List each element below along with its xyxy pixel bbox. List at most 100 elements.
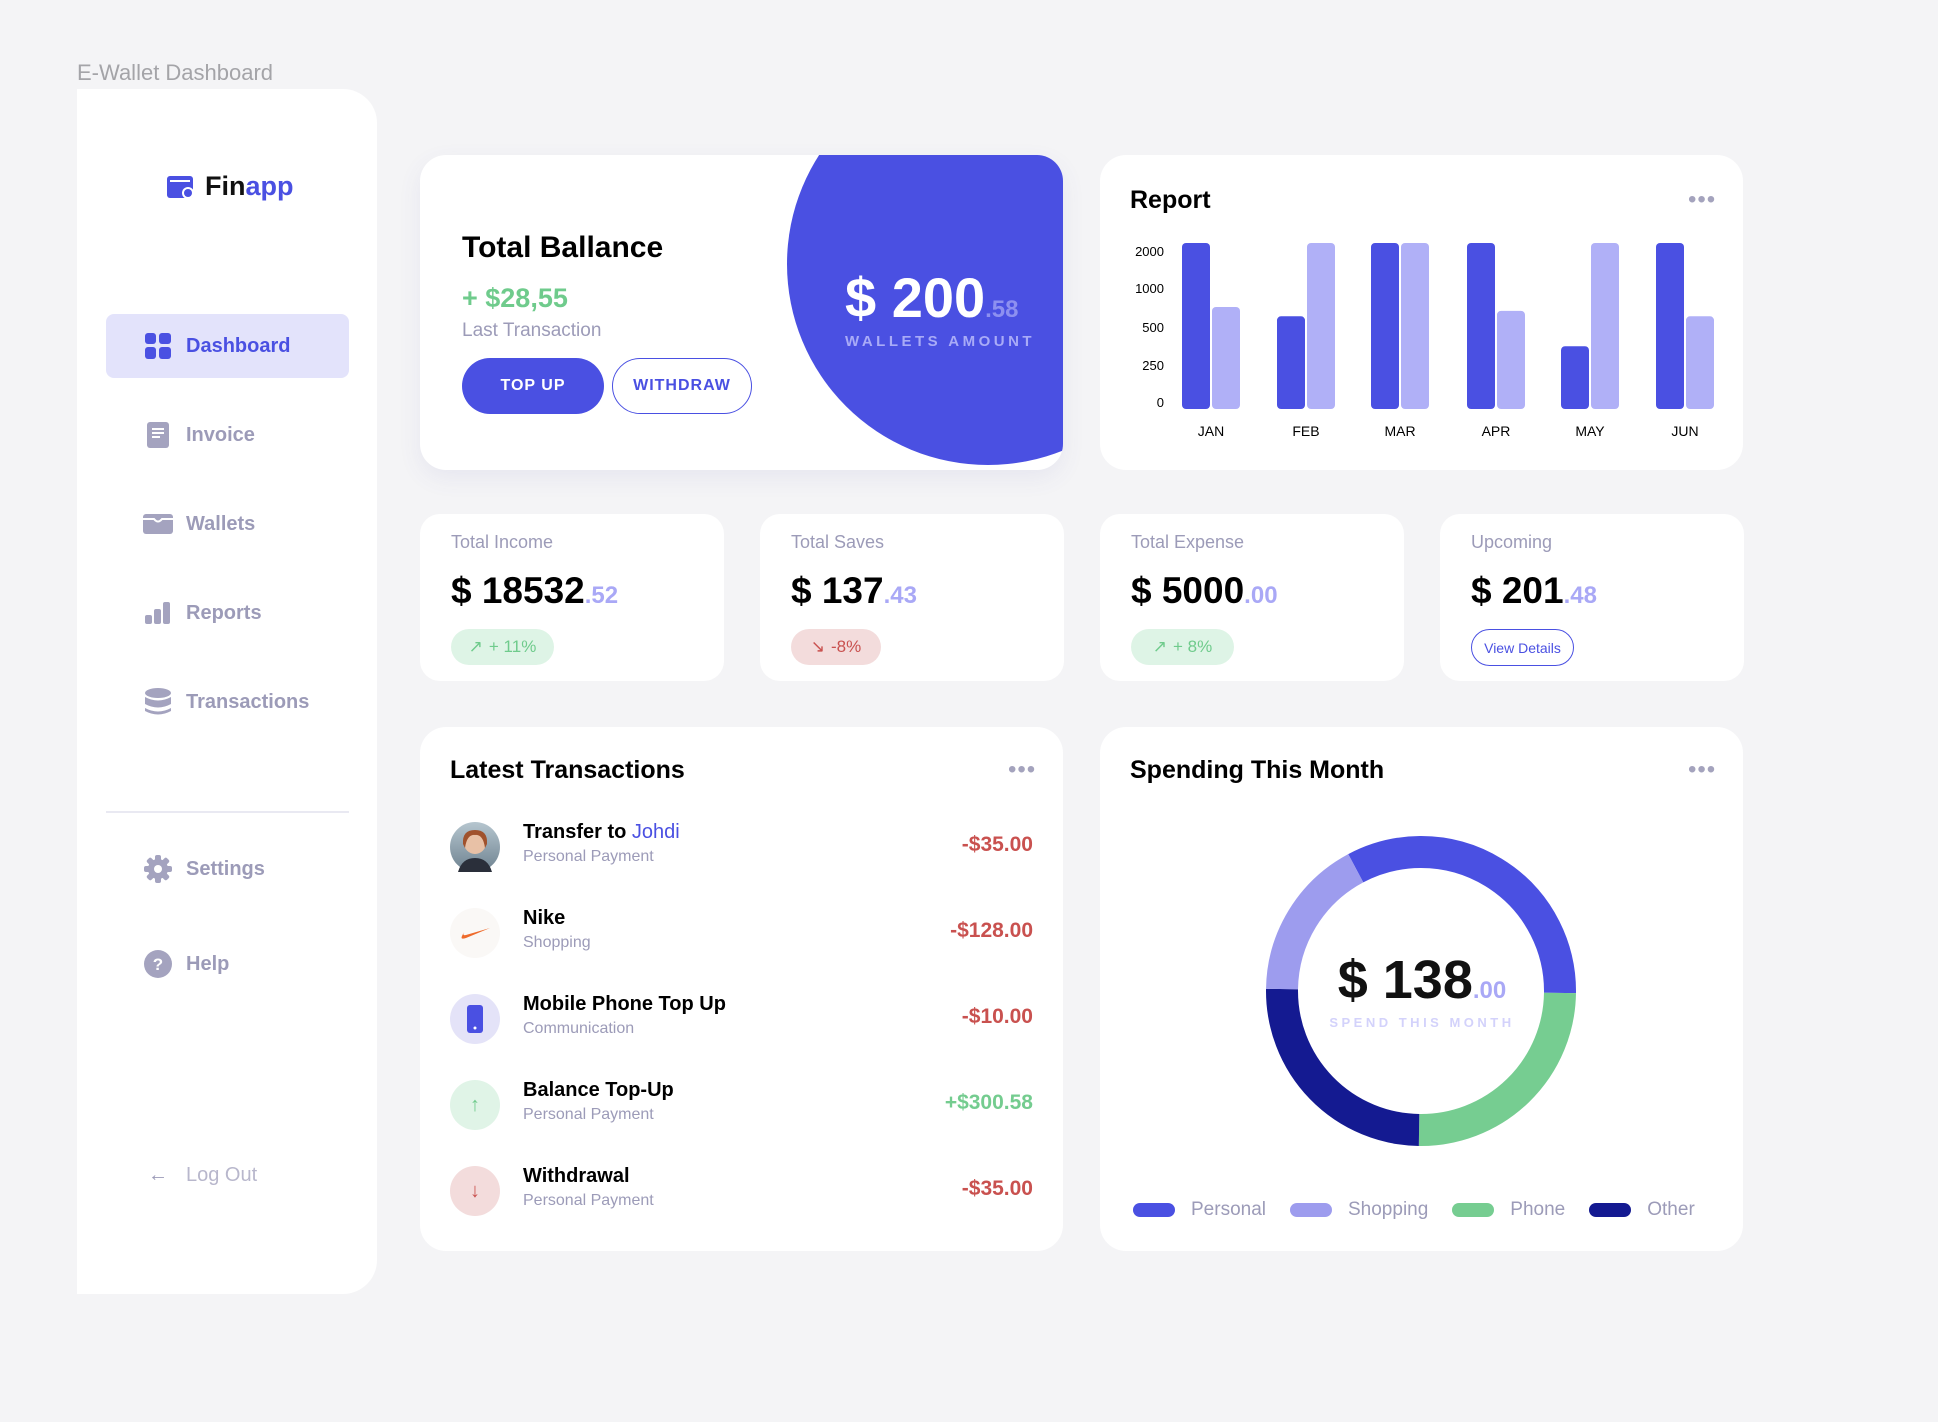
report-bar-chart: 2000 1000 500 250 0 JAN FEB MAR APR MAY JUN xyxy=(1135,243,1714,439)
spend-label: SPEND THIS MONTH xyxy=(1329,1015,1515,1030)
trend-badge: ↗ + 8% xyxy=(1131,629,1234,665)
x-tick-label: FEB xyxy=(1292,423,1319,439)
arrow-down-icon: ↓ xyxy=(450,1166,500,1216)
y-tick-label: 2000 xyxy=(1135,244,1164,259)
legend-label: Other xyxy=(1647,1199,1695,1220)
wallet-logo-icon xyxy=(167,175,194,199)
transaction-title-text: Transfer to xyxy=(523,821,627,843)
legend-label: Phone xyxy=(1510,1199,1566,1220)
stat-card: Total Saves $ 137.43 ↘ -8% xyxy=(760,514,1064,681)
sidebar-item-label: Settings xyxy=(186,857,265,880)
sidebar-item-label: Wallets xyxy=(186,512,256,535)
bar-jun-2 xyxy=(1686,316,1714,409)
balance-title: Total Ballance xyxy=(462,231,664,264)
sidebar-item-help[interactable]: ? Help xyxy=(106,932,349,996)
x-tick-label: JAN xyxy=(1198,423,1224,439)
trend-up-icon: ↗ xyxy=(1152,637,1167,656)
sidebar: Finapp Dashboard Invoice Wallets Reports… xyxy=(77,89,377,1294)
trend-value: -8% xyxy=(831,637,862,656)
stat-label: Total Expense xyxy=(1131,532,1245,552)
svg-text:?: ? xyxy=(153,955,163,974)
sidebar-item-transactions[interactable]: Transactions xyxy=(106,670,349,734)
transaction-row[interactable]: Mobile Phone Top Up Communication -$10.0… xyxy=(450,989,1033,1049)
transaction-amount: -$128.00 xyxy=(950,919,1033,942)
spending-card: Spending This Month ••• $ 138.00 SPEND T… xyxy=(1100,727,1743,1251)
sidebar-item-settings[interactable]: Settings xyxy=(106,837,349,901)
spending-legend: Personal Shopping Phone Other xyxy=(1133,1199,1695,1221)
stat-card: Total Income $ 18532.52 ↗ + 11% xyxy=(420,514,724,681)
latest-transactions-card: Latest Transactions ••• Transfer to Johd… xyxy=(420,727,1063,1251)
recipient-link[interactable]: Johdi xyxy=(632,821,680,843)
sidebar-item-wallets[interactable]: Wallets xyxy=(106,492,349,556)
sidebar-item-label: Dashboard xyxy=(186,334,291,357)
trend-badge: ↘ -8% xyxy=(791,629,881,665)
bar-jan-2 xyxy=(1212,306,1240,409)
stat-amount-value: $ 201 xyxy=(1471,570,1564,611)
bar-jun-1 xyxy=(1656,243,1684,409)
database-icon xyxy=(134,688,182,716)
legend-item-personal: Personal xyxy=(1133,1199,1266,1221)
sidebar-item-dashboard[interactable]: Dashboard xyxy=(106,314,349,378)
top-up-button[interactable]: TOP UP xyxy=(462,358,604,414)
sidebar-item-label: Transactions xyxy=(186,690,310,713)
withdraw-button[interactable]: WITHDRAW xyxy=(612,358,752,414)
transaction-title-text: Balance Top-Up xyxy=(523,1079,674,1101)
grid-icon xyxy=(134,333,182,359)
legend-swatch xyxy=(1452,1203,1495,1217)
arrow-up-icon: ↑ xyxy=(450,1080,500,1130)
stat-amount: $ 137.43 xyxy=(791,570,917,612)
transaction-title-text: Mobile Phone Top Up xyxy=(523,993,726,1015)
logout-button[interactable]: ← Log Out xyxy=(106,1143,349,1207)
view-details-button[interactable]: View Details xyxy=(1471,629,1574,666)
sidebar-item-label: Reports xyxy=(186,601,262,624)
legend-swatch xyxy=(1290,1203,1332,1217)
bar-may-1 xyxy=(1561,346,1589,409)
sidebar-item-reports[interactable]: Reports xyxy=(106,581,349,645)
transaction-row[interactable]: ↑ Balance Top-Up Personal Payment +$300.5… xyxy=(450,1075,1033,1135)
trend-badge: ↗ + 11% xyxy=(451,629,554,665)
stat-label: Total Income xyxy=(451,532,554,552)
bar-apr-1 xyxy=(1467,243,1495,409)
transaction-row[interactable]: Transfer to Johdi Personal Payment -$35.… xyxy=(450,817,1033,877)
spend-amount-cents: .00 xyxy=(1472,977,1507,1004)
logo-text-app: app xyxy=(245,171,294,201)
transaction-category: Personal Payment xyxy=(523,1192,654,1209)
trend-down-icon: ↘ xyxy=(810,637,825,656)
y-tick-label: 1000 xyxy=(1135,281,1164,296)
last-transaction-label: Last Transaction xyxy=(462,320,602,341)
donut-slice-phone xyxy=(1418,992,1576,1146)
transaction-row[interactable]: ↓ Withdrawal Personal Payment -$35.00 xyxy=(450,1161,1033,1221)
user-avatar xyxy=(450,822,500,872)
stat-label: Total Saves xyxy=(791,532,885,552)
stat-amount-value: $ 137 xyxy=(791,570,884,611)
transaction-title-text: Withdrawal xyxy=(523,1165,630,1187)
wallet-icon xyxy=(134,514,182,534)
more-options-icon[interactable]: ••• xyxy=(1008,758,1036,782)
trend-value: + 8% xyxy=(1173,637,1213,656)
transaction-title: Balance Top-Up xyxy=(523,1079,674,1102)
y-tick-label: 0 xyxy=(1157,395,1164,410)
y-tick-label: 500 xyxy=(1142,320,1164,335)
spend-amount-value: $ 138 xyxy=(1337,950,1473,1010)
arrow-left-icon: ← xyxy=(148,1163,168,1186)
spend-amount: $ 138.00 xyxy=(1322,949,1522,1011)
last-transaction-amount: + $28,55 xyxy=(462,283,568,313)
legend-swatch xyxy=(1589,1203,1632,1217)
stat-amount-cents: .52 xyxy=(584,582,619,609)
legend-item-phone: Phone xyxy=(1452,1199,1565,1221)
transaction-title: Mobile Phone Top Up xyxy=(523,993,726,1016)
legend-item-other: Other xyxy=(1589,1199,1695,1221)
bar-apr-2 xyxy=(1497,310,1525,409)
transaction-row[interactable]: Nike Shopping -$128.00 xyxy=(450,903,1033,963)
transaction-category: Personal Payment xyxy=(523,1106,654,1123)
sidebar-item-label: Help xyxy=(186,952,230,975)
stat-amount: $ 201.48 xyxy=(1471,570,1597,612)
x-tick-label: MAY xyxy=(1575,423,1605,439)
stat-card: Total Expense $ 5000.00 ↗ + 8% xyxy=(1100,514,1404,681)
transaction-category: Shopping xyxy=(523,934,591,951)
logo[interactable]: Finapp xyxy=(167,171,294,202)
wallet-amount: $ 200.58 xyxy=(845,265,1019,330)
transaction-title: Transfer to Johdi xyxy=(523,821,680,844)
bar-mar-1 xyxy=(1371,243,1399,409)
sidebar-item-invoice[interactable]: Invoice xyxy=(106,403,349,467)
